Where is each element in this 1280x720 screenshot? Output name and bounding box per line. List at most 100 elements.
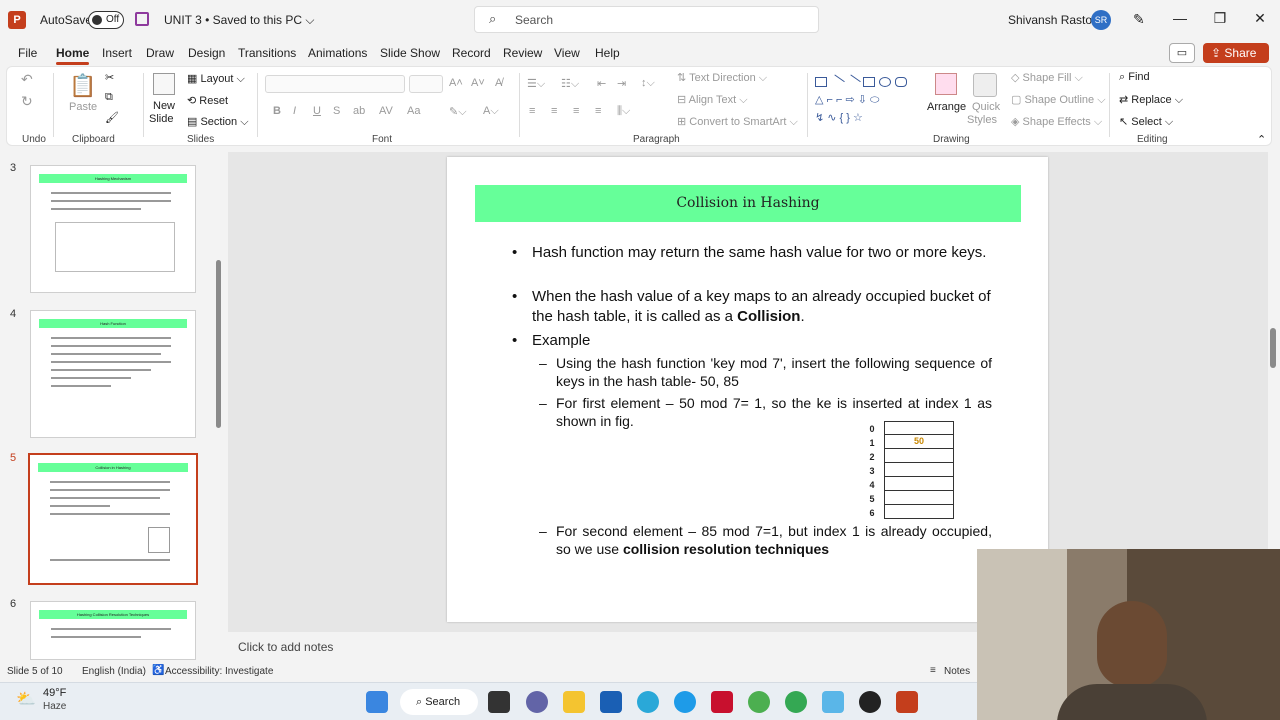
- arrange-label[interactable]: Arrange: [927, 101, 966, 113]
- avatar[interactable]: SR: [1091, 10, 1111, 30]
- align-center-icon[interactable]: ≡: [551, 105, 557, 117]
- quick-styles-label[interactable]: Quick: [972, 101, 1000, 113]
- line-shape-icon[interactable]: [829, 74, 845, 90]
- tab-home[interactable]: Home: [56, 46, 90, 65]
- text-direction-button[interactable]: ⇅ Text Direction ⌵: [677, 71, 767, 85]
- grow-font-icon[interactable]: A˄: [449, 77, 463, 89]
- notes-button[interactable]: Notes: [944, 666, 970, 677]
- comments-button[interactable]: ▭: [1169, 43, 1195, 63]
- replace-button[interactable]: ⇄ Replace ⌵: [1119, 93, 1183, 107]
- tab-file[interactable]: File: [18, 46, 37, 60]
- strikethrough-icon[interactable]: S: [333, 105, 340, 117]
- tab-insert[interactable]: Insert: [102, 46, 132, 60]
- paste-icon[interactable]: 📋: [69, 73, 96, 99]
- arrange-icon[interactable]: [935, 73, 957, 95]
- weather-desc[interactable]: Haze: [43, 701, 66, 712]
- tab-view[interactable]: View: [554, 46, 580, 60]
- tab-animations[interactable]: Animations: [308, 46, 367, 60]
- slide-title[interactable]: Collision in Hashing: [475, 185, 1021, 222]
- slide-thumbnail-5[interactable]: Collision in Hashing: [28, 453, 198, 585]
- shape-outline-button[interactable]: ▢ Shape Outline ⌵: [1011, 93, 1106, 107]
- quick-styles-icon[interactable]: [973, 73, 997, 97]
- designer-pen-icon[interactable]: ✎: [1133, 11, 1145, 28]
- close-icon[interactable]: ✕: [1250, 10, 1270, 27]
- spacing-icon[interactable]: AV: [379, 105, 393, 117]
- chrome-icon[interactable]: [748, 691, 770, 713]
- shapes-row2-icon[interactable]: △ ⌐ ⌐ ⇨ ⇩ ⬭: [815, 93, 879, 107]
- bullet-hash-function[interactable]: • Hash function may return the same hash…: [512, 243, 992, 263]
- sub-bullet-second-element[interactable]: – For second element – 85 mod 7=1, but i…: [539, 522, 992, 558]
- paste-label[interactable]: Paste: [69, 101, 97, 113]
- align-text-button[interactable]: ⊟ Align Text ⌵: [677, 93, 748, 107]
- arrow-line-shape-icon[interactable]: [845, 74, 861, 90]
- find-button[interactable]: ⌕ Find: [1119, 71, 1150, 84]
- section-button[interactable]: ▤ Section ⌵: [187, 115, 249, 129]
- underline-icon[interactable]: U: [313, 105, 321, 117]
- edge-icon[interactable]: [637, 691, 659, 713]
- shape-effects-button[interactable]: ◈ Shape Effects ⌵: [1011, 115, 1102, 129]
- user-name[interactable]: Shivansh Rastogi: [1008, 13, 1101, 27]
- tab-slide-show[interactable]: Slide Show: [380, 46, 440, 60]
- cut-icon[interactable]: ✂: [105, 71, 114, 84]
- bullets-icon[interactable]: ☰⌵: [527, 77, 545, 91]
- convert-smartart-button[interactable]: ⊞ Convert to SmartArt ⌵: [677, 115, 798, 129]
- select-button[interactable]: ↖ Select ⌵: [1119, 115, 1173, 129]
- numbering-icon[interactable]: ☷⌵: [561, 77, 579, 91]
- tab-help[interactable]: Help: [595, 46, 620, 60]
- collapse-ribbon-icon[interactable]: ⌃: [1257, 133, 1266, 146]
- quick-styles-label-2[interactable]: Styles: [967, 114, 997, 126]
- columns-icon[interactable]: ⫼⌵: [617, 105, 630, 118]
- tab-record[interactable]: Record: [452, 46, 491, 60]
- powerpoint-taskbar-icon[interactable]: [896, 691, 918, 713]
- teams-icon[interactable]: [526, 691, 548, 713]
- format-painter-icon[interactable]: 🖌: [105, 111, 119, 124]
- shrink-font-icon[interactable]: A˅: [471, 77, 485, 89]
- weather-temp[interactable]: 49°F: [43, 687, 66, 699]
- app-icon[interactable]: [674, 691, 696, 713]
- highlight-icon[interactable]: ✎⌵: [449, 105, 467, 119]
- oval-shape-icon[interactable]: [879, 77, 891, 87]
- justify-icon[interactable]: ≡: [595, 105, 601, 117]
- share-button[interactable]: ⇪ Share: [1203, 43, 1269, 63]
- font-name-select[interactable]: [265, 75, 405, 93]
- shape-fill-button[interactable]: ◇ Shape Fill ⌵: [1011, 71, 1083, 85]
- undo-icon[interactable]: ↶: [21, 71, 33, 88]
- redo-icon[interactable]: ↻: [21, 93, 33, 110]
- font-size-select[interactable]: [409, 75, 443, 93]
- rectangle-shape-icon[interactable]: [863, 77, 875, 87]
- slide-thumbnail-6[interactable]: Hashing Collision Resolution Techniques: [30, 601, 196, 660]
- new-slide-label-2[interactable]: Slide: [149, 113, 173, 125]
- thumbnails-scrollbar[interactable]: [214, 152, 224, 660]
- mcafee-icon[interactable]: [711, 691, 733, 713]
- weather-icon[interactable]: ⛅: [16, 689, 36, 709]
- align-left-icon[interactable]: ≡: [529, 105, 535, 117]
- recorder-icon[interactable]: [859, 691, 881, 713]
- shapes-gallery[interactable]: △ ⌐ ⌐ ⇨ ⇩ ⬭ ↯ ∿ { } ☆: [815, 74, 925, 131]
- tab-transitions[interactable]: Transitions: [238, 46, 296, 60]
- line-spacing-icon[interactable]: ↕⌵: [641, 77, 655, 90]
- case-icon[interactable]: Aa: [407, 105, 420, 117]
- tab-draw[interactable]: Draw: [146, 46, 174, 60]
- bullet-example[interactable]: • Example: [512, 331, 992, 351]
- language-indicator[interactable]: English (India): [82, 666, 146, 677]
- file-explorer-icon[interactable]: [563, 691, 585, 713]
- chrome-profile-icon[interactable]: [785, 691, 807, 713]
- slide-canvas[interactable]: Collision in Hashing • Hash function may…: [447, 157, 1048, 622]
- accessibility-status[interactable]: Accessibility: Investigate: [165, 666, 273, 677]
- copy-icon[interactable]: ⧉: [105, 91, 113, 104]
- tab-review[interactable]: Review: [503, 46, 542, 60]
- new-slide-label[interactable]: New: [153, 100, 175, 112]
- clear-format-icon[interactable]: A̸: [495, 77, 502, 89]
- tab-design[interactable]: Design: [188, 46, 225, 60]
- app-window-icon[interactable]: [822, 691, 844, 713]
- rounded-rect-shape-icon[interactable]: [895, 77, 907, 87]
- windows-start-icon[interactable]: [366, 691, 388, 713]
- bullet-collision-definition[interactable]: • When the hash value of a key maps to a…: [512, 287, 992, 327]
- textbox-shape-icon[interactable]: [815, 77, 827, 87]
- shadow-icon[interactable]: ab: [353, 105, 365, 117]
- bold-icon[interactable]: B: [273, 105, 281, 117]
- scrollbar-thumb[interactable]: [216, 260, 221, 428]
- layout-button[interactable]: ▦ Layout ⌵: [187, 72, 245, 86]
- slide-thumbnail-3[interactable]: Hashing Mechanism: [30, 165, 196, 293]
- shapes-row3-icon[interactable]: ↯ ∿ { } ☆: [815, 111, 863, 124]
